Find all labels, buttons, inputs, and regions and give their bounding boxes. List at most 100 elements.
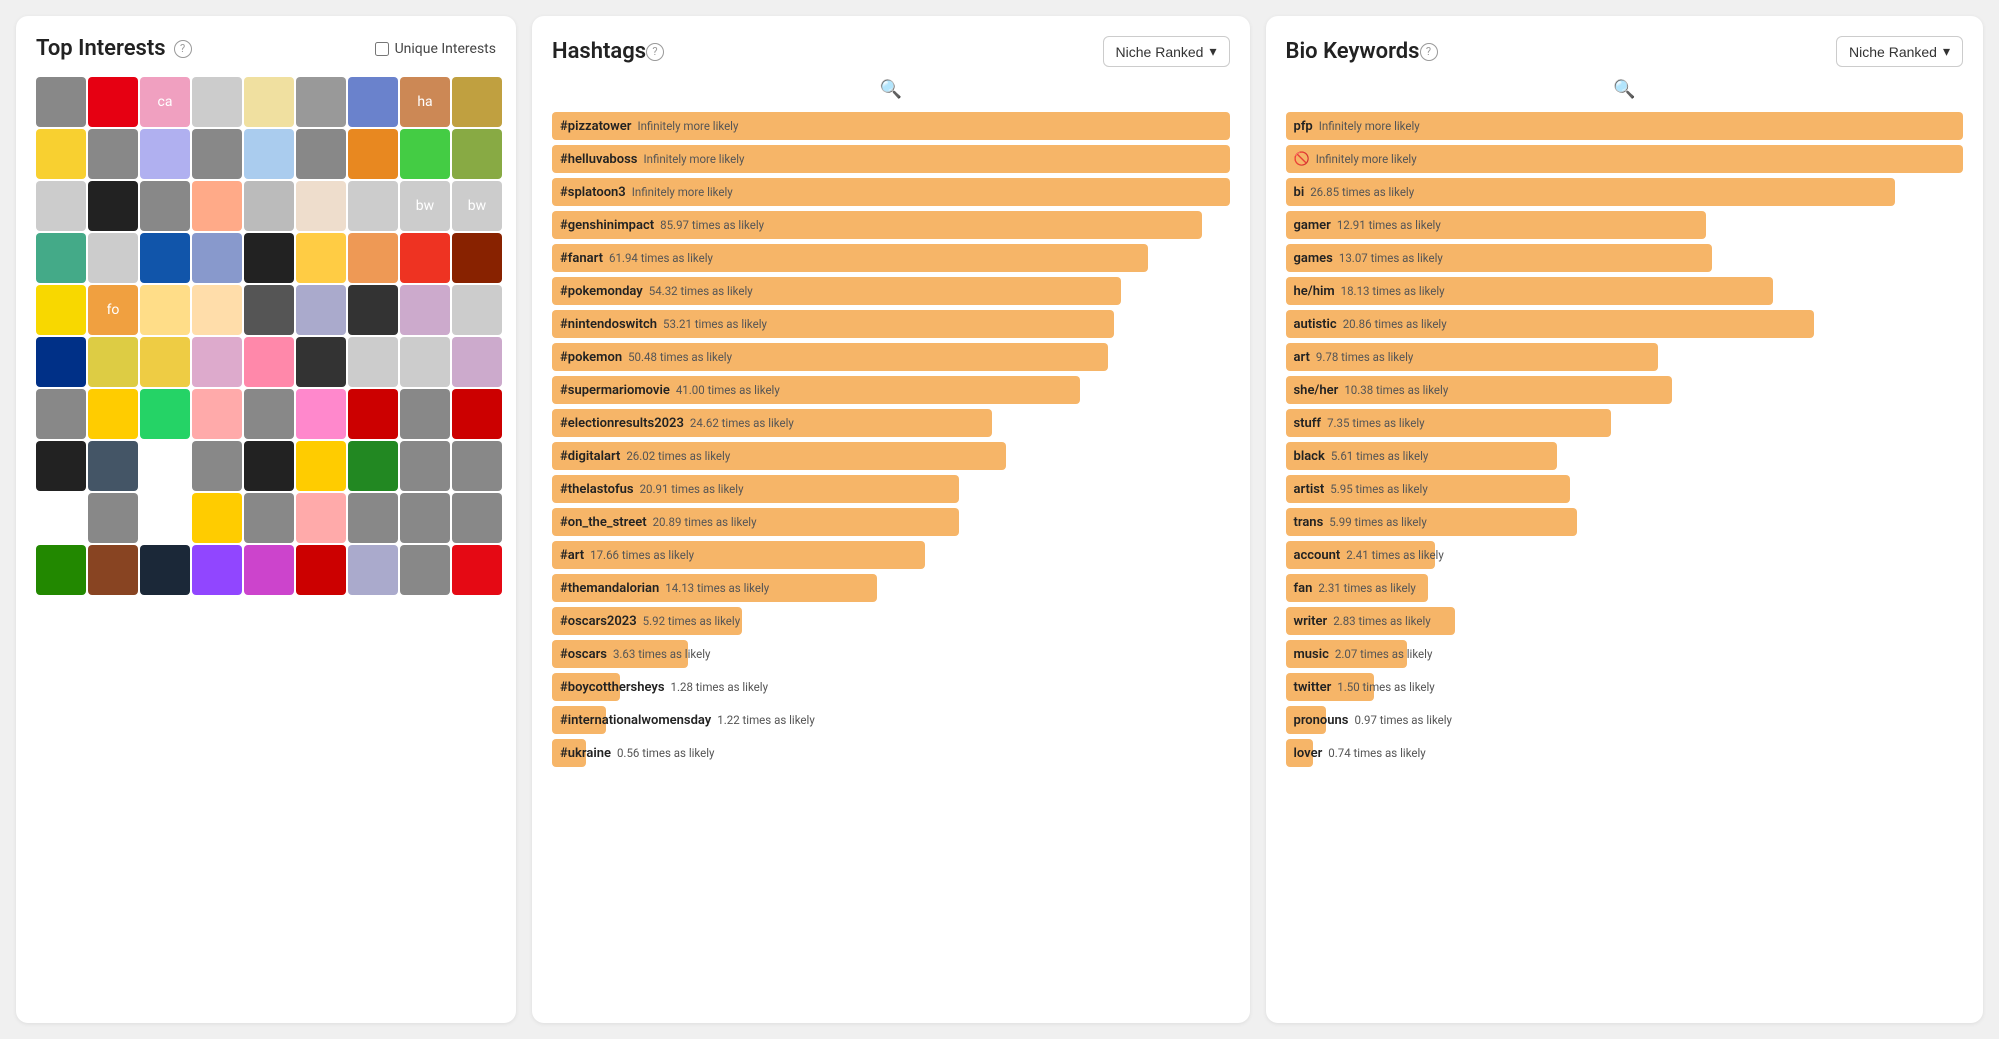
bio-keyword-bar-item[interactable]: lover0.74 times as likely [1286, 739, 1964, 767]
interest-cell[interactable] [400, 129, 450, 179]
interest-cell[interactable] [244, 441, 294, 491]
interest-cell[interactable] [452, 77, 502, 127]
bio-keyword-bar-item[interactable]: twitter1.50 times as likely [1286, 673, 1964, 701]
bio-keyword-bar-item[interactable]: gamer12.91 times as likely [1286, 211, 1964, 239]
hashtag-bar-item[interactable]: #art17.66 times as likely [552, 541, 1230, 569]
bio-keyword-bar-item[interactable]: she/her10.38 times as likely [1286, 376, 1964, 404]
interest-cell[interactable] [88, 129, 138, 179]
interest-cell[interactable] [244, 337, 294, 387]
interest-cell[interactable] [296, 233, 346, 283]
bio-keyword-bar-item[interactable]: writer2.83 times as likely [1286, 607, 1964, 635]
hashtag-bar-item[interactable]: #ukraine0.56 times as likely [552, 739, 1230, 767]
interest-cell[interactable] [296, 285, 346, 335]
interest-cell[interactable] [296, 441, 346, 491]
interest-cell[interactable] [88, 181, 138, 231]
bio-keyword-bar-item[interactable]: pfpInfinitely more likely [1286, 112, 1964, 140]
interest-cell[interactable] [88, 337, 138, 387]
bio-keyword-bar-item[interactable]: fan2.31 times as likely [1286, 574, 1964, 602]
hashtag-bar-item[interactable]: #fanart61.94 times as likely [552, 244, 1230, 272]
hashtag-bar-item[interactable]: #pokemonday54.32 times as likely [552, 277, 1230, 305]
bio-keyword-bar-item[interactable]: art9.78 times as likely [1286, 343, 1964, 371]
interest-cell[interactable] [36, 545, 86, 595]
bio-keyword-bar-item[interactable]: stuff7.35 times as likely [1286, 409, 1964, 437]
hashtag-bar-item[interactable]: #thelastofus20.91 times as likely [552, 475, 1230, 503]
interest-cell[interactable]: bw [452, 181, 502, 231]
interest-cell[interactable] [244, 389, 294, 439]
interest-cell[interactable] [36, 181, 86, 231]
interest-cell[interactable] [244, 233, 294, 283]
interests-help-icon[interactable]: ? [174, 40, 192, 58]
interest-cell[interactable] [88, 493, 138, 543]
interest-cell[interactable] [140, 181, 190, 231]
interest-cell[interactable] [36, 493, 86, 543]
interest-cell[interactable] [36, 285, 86, 335]
interest-cell[interactable] [296, 129, 346, 179]
interest-cell[interactable] [400, 493, 450, 543]
interest-cell[interactable] [348, 337, 398, 387]
hashtag-bar-item[interactable]: #nintendoswitch53.21 times as likely [552, 310, 1230, 338]
interest-cell[interactable] [192, 545, 242, 595]
interest-cell[interactable] [140, 545, 190, 595]
interest-cell[interactable]: ca [140, 77, 190, 127]
bio-keyword-bar-item[interactable]: music2.07 times as likely [1286, 640, 1964, 668]
interest-cell[interactable] [400, 285, 450, 335]
interest-cell[interactable] [244, 285, 294, 335]
hashtag-bar-item[interactable]: #boycotthersheys1.28 times as likely [552, 673, 1230, 701]
interest-cell[interactable] [348, 493, 398, 543]
unique-interests-label[interactable]: Unique Interests [375, 41, 496, 57]
hashtag-bar-item[interactable]: #digitalart26.02 times as likely [552, 442, 1230, 470]
bio-keywords-search-icon[interactable]: 🔍 [1613, 79, 1635, 100]
interest-cell[interactable] [244, 493, 294, 543]
interest-cell[interactable] [348, 389, 398, 439]
interest-cell[interactable] [140, 129, 190, 179]
interest-cell[interactable] [400, 337, 450, 387]
interest-cell[interactable] [192, 285, 242, 335]
interest-cell[interactable] [452, 233, 502, 283]
hashtags-dropdown[interactable]: Niche Ranked ▾ [1103, 36, 1230, 67]
interest-cell[interactable] [452, 129, 502, 179]
interest-cell[interactable] [88, 389, 138, 439]
interest-cell[interactable] [452, 389, 502, 439]
hashtag-bar-item[interactable]: #on_the_street20.89 times as likely [552, 508, 1230, 536]
interest-cell[interactable] [452, 493, 502, 543]
interest-cell[interactable] [88, 233, 138, 283]
interest-cell[interactable] [296, 77, 346, 127]
interest-cell[interactable] [296, 493, 346, 543]
interest-cell[interactable] [36, 337, 86, 387]
interest-cell[interactable] [400, 389, 450, 439]
interest-cell[interactable] [140, 493, 190, 543]
interest-cell[interactable] [36, 77, 86, 127]
unique-interests-checkbox[interactable] [375, 42, 389, 56]
interest-cell[interactable] [140, 233, 190, 283]
bio-keyword-bar-item[interactable]: trans5.99 times as likely [1286, 508, 1964, 536]
interest-cell[interactable] [400, 233, 450, 283]
interest-cell[interactable] [348, 285, 398, 335]
interest-cell[interactable] [36, 129, 86, 179]
interest-cell[interactable] [296, 389, 346, 439]
interest-cell[interactable] [140, 389, 190, 439]
bio-keyword-bar-item[interactable]: 🚫Infinitely more likely [1286, 145, 1964, 173]
hashtag-bar-item[interactable]: #electionresults202324.62 times as likel… [552, 409, 1230, 437]
interest-cell[interactable] [348, 233, 398, 283]
bio-keyword-bar-item[interactable]: games13.07 times as likely [1286, 244, 1964, 272]
interest-cell[interactable] [348, 441, 398, 491]
bio-keyword-bar-item[interactable]: autistic20.86 times as likely [1286, 310, 1964, 338]
interest-cell[interactable] [192, 337, 242, 387]
interest-cell[interactable] [296, 337, 346, 387]
bio-keywords-help-icon[interactable]: ? [1420, 43, 1438, 61]
interest-cell[interactable] [244, 545, 294, 595]
interest-cell[interactable] [192, 129, 242, 179]
hashtag-bar-item[interactable]: #internationalwomensday1.22 times as lik… [552, 706, 1230, 734]
hashtag-bar-item[interactable]: #pokemon50.48 times as likely [552, 343, 1230, 371]
interest-cell[interactable] [244, 181, 294, 231]
interest-cell[interactable] [140, 285, 190, 335]
interest-cell[interactable] [296, 181, 346, 231]
hashtag-bar-item[interactable]: #oscars20235.92 times as likely [552, 607, 1230, 635]
hashtag-bar-item[interactable]: #pizzatowerInfinitely more likely [552, 112, 1230, 140]
interest-cell[interactable] [348, 77, 398, 127]
interest-cell[interactable] [348, 129, 398, 179]
interest-cell[interactable] [192, 233, 242, 283]
hashtag-bar-item[interactable]: #splatoon3Infinitely more likely [552, 178, 1230, 206]
hashtags-help-icon[interactable]: ? [646, 43, 664, 61]
bio-keyword-bar-item[interactable]: account2.41 times as likely [1286, 541, 1964, 569]
